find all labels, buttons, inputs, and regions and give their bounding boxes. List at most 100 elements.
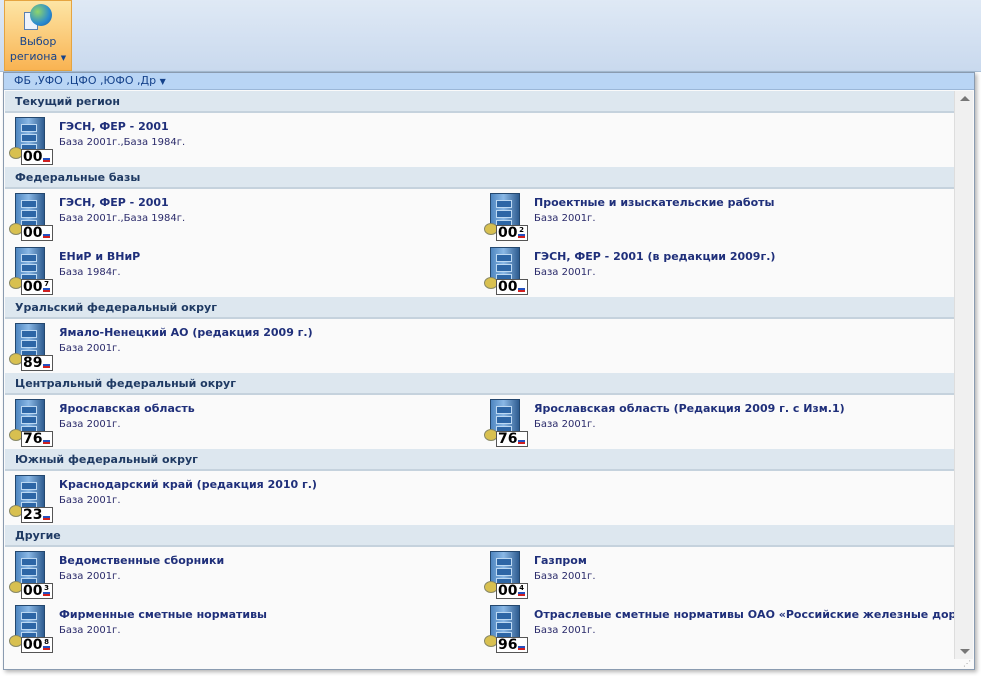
russia-flag-icon <box>518 232 525 238</box>
region-code: 00 <box>23 279 43 295</box>
russia-flag-icon <box>518 438 525 444</box>
database-server-icon: 00 <box>9 117 53 165</box>
item-row: 89 Ямало-Ненецкий АО (редакция 2009 г.) … <box>5 319 955 373</box>
item-subtitle: База 1984г. <box>59 267 121 278</box>
chevron-down-icon: ▼ <box>159 77 166 86</box>
region-item[interactable]: 00 4 Газпром База 2001г. <box>480 547 955 601</box>
region-code-badge: 00 <box>21 149 53 165</box>
russia-flag-icon <box>43 514 50 520</box>
russia-flag-icon <box>43 156 50 162</box>
button-label-line1: Выбор <box>19 35 57 48</box>
item-subtitle: База 2001г. <box>59 495 121 506</box>
database-server-icon: 00 <box>9 193 53 241</box>
region-code: 23 <box>23 507 43 523</box>
item-subtitle: База 2001г. <box>59 625 121 636</box>
region-list: Текущий регион 00 ГЭСН, ФЕР - 2001 База … <box>5 91 955 659</box>
region-code-badge: 23 <box>21 507 53 523</box>
region-item[interactable]: 23 Краснодарский край (редакция 2010 г.)… <box>5 471 480 525</box>
item-subtitle: База 2001г. <box>534 571 596 582</box>
region-item[interactable]: 00 ГЭСН, ФЕР - 2001 (в редакции 2009г.) … <box>480 243 955 297</box>
item-subtitle: База 2001г. <box>59 419 121 430</box>
item-subtitle: База 2001г.,База 1984г. <box>59 137 186 148</box>
region-code-badge: 00 <box>21 225 53 241</box>
section-header: Южный федеральный округ <box>5 449 955 471</box>
russia-flag-icon <box>518 590 525 596</box>
region-item[interactable]: 76 Ярославская область База 2001г. <box>5 395 480 449</box>
item-subtitle: База 2001г. <box>59 571 121 582</box>
filter-label: ФБ ,УФО ,ЦФО ,ЮФО ,Др <box>14 74 157 87</box>
item-subtitle: База 2001г. <box>534 419 596 430</box>
section-header: Федеральные базы <box>5 167 955 189</box>
russia-flag-icon <box>43 590 50 596</box>
region-code: 96 <box>498 637 518 653</box>
item-row: 23 Краснодарский край (редакция 2010 г.)… <box>5 471 955 525</box>
database-server-icon: 00 7 <box>9 247 53 295</box>
region-code-badge: 00 7 <box>21 279 53 295</box>
item-title: Ярославская область (Редакция 2009 г. с … <box>534 402 845 415</box>
filter-dropdown[interactable]: ФБ ,УФО ,ЦФО ,ЮФО ,Др ▼ <box>4 73 974 90</box>
item-subtitle: База 2001г. <box>534 267 596 278</box>
database-server-icon: 89 <box>9 323 53 371</box>
region-item[interactable]: 89 Ямало-Ненецкий АО (редакция 2009 г.) … <box>5 319 480 373</box>
scroll-down-icon[interactable] <box>960 649 970 654</box>
region-item[interactable]: 96 Отраслевые сметные нормативы ОАО «Рос… <box>480 601 955 655</box>
region-code: 00 <box>23 583 43 599</box>
region-code: 76 <box>23 431 43 447</box>
item-title: Краснодарский край (редакция 2010 г.) <box>59 478 317 491</box>
database-server-icon: 76 <box>484 399 528 447</box>
dropdown-arrow-icon: ▼ <box>60 54 67 62</box>
region-code: 00 <box>498 279 518 295</box>
item-subtitle: База 2001г. <box>534 213 596 224</box>
section-header: Центральный федеральный округ <box>5 373 955 395</box>
item-title: Ведомственные сборники <box>59 554 225 567</box>
button-label-line2: региона <box>9 50 58 63</box>
scroll-up-icon[interactable] <box>960 96 970 101</box>
region-code: 00 <box>23 149 43 165</box>
database-server-icon: 00 4 <box>484 551 528 599</box>
region-code: 89 <box>23 355 43 371</box>
section-header: Уральский федеральный округ <box>5 297 955 319</box>
region-code: 00 <box>498 583 518 599</box>
region-code-badge: 00 2 <box>496 225 528 241</box>
database-server-icon: 00 3 <box>9 551 53 599</box>
region-item[interactable]: 00 7 ЕНиР и ВНиР База 1984г. <box>5 243 480 297</box>
russia-flag-icon <box>43 362 50 368</box>
resize-grip-icon[interactable]: ⋰ <box>963 659 971 668</box>
item-title: ГЭСН, ФЕР - 2001 <box>59 120 169 133</box>
region-code-badge: 00 3 <box>21 583 53 599</box>
region-code: 00 <box>498 225 518 241</box>
item-subtitle: База 2001г. <box>59 343 121 354</box>
region-item[interactable]: 00 ГЭСН, ФЕР - 2001 База 2001г.,База 198… <box>5 189 480 243</box>
region-code-badge: 00 8 <box>21 637 53 653</box>
region-select-button[interactable]: Выбор региона ▼ <box>4 0 72 71</box>
region-code-badge: 89 <box>21 355 53 371</box>
database-server-icon: 23 <box>9 475 53 523</box>
region-item[interactable]: 00 2 Проектные и изыскательские работы Ба… <box>480 189 955 243</box>
item-title: Проектные и изыскательские работы <box>534 196 775 209</box>
region-item[interactable]: 76 Ярославская область (Редакция 2009 г.… <box>480 395 955 449</box>
region-code-badge: 00 4 <box>496 583 528 599</box>
item-title: ЕНиР и ВНиР <box>59 250 141 263</box>
item-title: Ямало-Ненецкий АО (редакция 2009 г.) <box>59 326 313 339</box>
item-row: 00 ГЭСН, ФЕР - 2001 База 2001г.,База 198… <box>5 113 955 167</box>
russia-flag-icon <box>43 438 50 444</box>
item-subtitle: База 2001г. <box>534 625 596 636</box>
item-title: ГЭСН, ФЕР - 2001 <box>59 196 169 209</box>
russia-flag-icon <box>43 644 50 650</box>
item-row: 00 8 Фирменные сметные нормативы База 200… <box>5 601 955 655</box>
russia-flag-icon <box>518 644 525 650</box>
russia-flag-icon <box>43 232 50 238</box>
russia-flag-icon <box>518 286 525 292</box>
region-dropdown: ФБ ,УФО ,ЦФО ,ЮФО ,Др ▼ Текущий регион 0… <box>3 72 975 670</box>
region-code: 76 <box>498 431 518 447</box>
item-title: ГЭСН, ФЕР - 2001 (в редакции 2009г.) <box>534 250 776 263</box>
item-row: 76 Ярославская область База 2001г. 76 Яр… <box>5 395 955 449</box>
region-item[interactable]: 00 8 Фирменные сметные нормативы База 200… <box>5 601 480 655</box>
item-title: Отраслевые сметные нормативы ОАО «Россий… <box>534 608 955 621</box>
vertical-scrollbar[interactable] <box>954 91 973 659</box>
database-server-icon: 76 <box>9 399 53 447</box>
region-item[interactable]: 00 ГЭСН, ФЕР - 2001 База 2001г.,База 198… <box>5 113 480 167</box>
globe-document-icon <box>24 4 52 32</box>
region-item[interactable]: 00 3 Ведомственные сборники База 2001г. <box>5 547 480 601</box>
region-code-badge: 76 <box>21 431 53 447</box>
